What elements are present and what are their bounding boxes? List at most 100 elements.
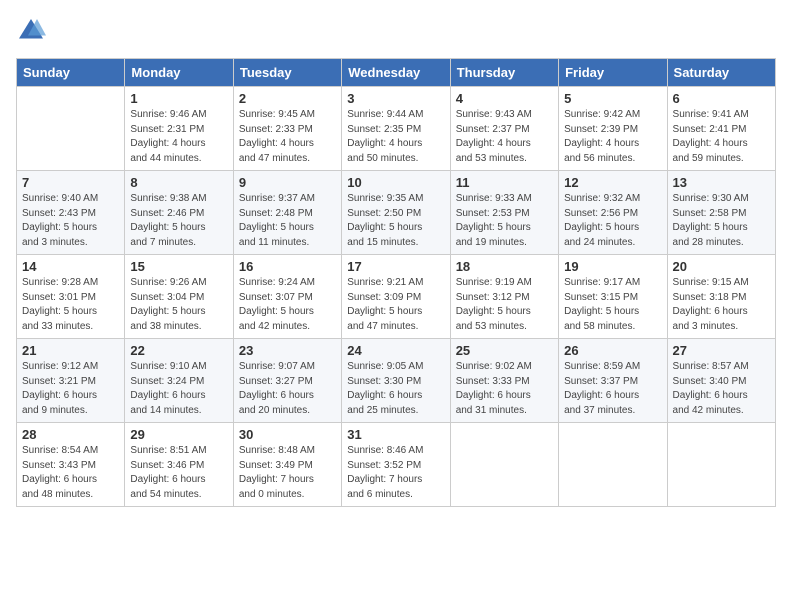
day-number: 9 <box>239 175 336 190</box>
day-number: 3 <box>347 91 444 106</box>
day-info: Sunrise: 8:57 AMSunset: 3:40 PMDaylight:… <box>673 360 770 418</box>
calendar-cell: 5 Sunrise: 9:42 AMSunset: 2:39 PMDaylight… <box>559 87 667 171</box>
day-info: Sunrise: 9:44 AMSunset: 2:35 PMDaylight:… <box>347 108 444 166</box>
calendar-cell: 19 Sunrise: 9:17 AMSunset: 3:15 PMDayligh… <box>559 255 667 339</box>
calendar-cell: 31 Sunrise: 8:46 AMSunset: 3:52 PMDayligh… <box>342 423 450 507</box>
day-number: 16 <box>239 259 336 274</box>
calendar-cell: 10Sunrise: 9:35 AMSunset: 2:50 PMDayligh… <box>342 171 450 255</box>
day-info: Sunrise: 9:45 AMSunset: 2:33 PMDaylight:… <box>239 108 336 166</box>
calendar-cell: 7 Sunrise: 9:40 AMSunset: 2:43 PMDaylight… <box>17 171 125 255</box>
day-info: Sunrise: 9:05 AMSunset: 3:30 PMDaylight:… <box>347 360 444 418</box>
day-info: Sunrise: 9:10 AMSunset: 3:24 PMDaylight:… <box>130 360 227 418</box>
calendar-week-4: 21 Sunrise: 9:12 AMSunset: 3:21 PMDayligh… <box>17 339 776 423</box>
page-container: SundayMondayTuesdayWednesdayThursdayFrid… <box>0 0 792 517</box>
day-number: 27 <box>673 343 770 358</box>
day-info: Sunrise: 9:41 AMSunset: 2:41 PMDaylight:… <box>673 108 770 166</box>
calendar-cell: 21 Sunrise: 9:12 AMSunset: 3:21 PMDayligh… <box>17 339 125 423</box>
calendar-cell: 9Sunrise: 9:37 AMSunset: 2:48 PMDaylight… <box>233 171 341 255</box>
day-info: Sunrise: 8:51 AMSunset: 3:46 PMDaylight:… <box>130 444 227 502</box>
calendar-cell: 4 Sunrise: 9:43 AMSunset: 2:37 PMDaylight… <box>450 87 558 171</box>
calendar-cell: 17Sunrise: 9:21 AMSunset: 3:09 PMDayligh… <box>342 255 450 339</box>
calendar-cell: 2Sunrise: 9:45 AMSunset: 2:33 PMDaylight… <box>233 87 341 171</box>
day-info: Sunrise: 9:46 AMSunset: 2:31 PMDaylight:… <box>130 108 227 166</box>
day-number: 14 <box>22 259 119 274</box>
weekday-header-tuesday: Tuesday <box>233 59 341 87</box>
weekday-header-row: SundayMondayTuesdayWednesdayThursdayFrid… <box>17 59 776 87</box>
day-info: Sunrise: 9:38 AMSunset: 2:46 PMDaylight:… <box>130 192 227 250</box>
day-info: Sunrise: 8:54 AMSunset: 3:43 PMDaylight:… <box>22 444 119 502</box>
day-info: Sunrise: 9:40 AMSunset: 2:43 PMDaylight:… <box>22 192 119 250</box>
calendar-cell: 8 Sunrise: 9:38 AMSunset: 2:46 PMDaylight… <box>125 171 233 255</box>
day-number: 25 <box>456 343 553 358</box>
calendar-week-5: 28Sunrise: 8:54 AMSunset: 3:43 PMDayligh… <box>17 423 776 507</box>
day-info: Sunrise: 9:42 AMSunset: 2:39 PMDaylight:… <box>564 108 661 166</box>
day-info: Sunrise: 8:46 AMSunset: 3:52 PMDaylight:… <box>347 444 444 502</box>
day-info: Sunrise: 8:59 AMSunset: 3:37 PMDaylight:… <box>564 360 661 418</box>
weekday-header-thursday: Thursday <box>450 59 558 87</box>
day-info: Sunrise: 9:43 AMSunset: 2:37 PMDaylight:… <box>456 108 553 166</box>
day-info: Sunrise: 9:24 AMSunset: 3:07 PMDaylight:… <box>239 276 336 334</box>
day-info: Sunrise: 9:32 AMSunset: 2:56 PMDaylight:… <box>564 192 661 250</box>
calendar-cell: 29 Sunrise: 8:51 AMSunset: 3:46 PMDayligh… <box>125 423 233 507</box>
day-number: 22 <box>130 343 227 358</box>
calendar-cell: 18 Sunrise: 9:19 AMSunset: 3:12 PMDayligh… <box>450 255 558 339</box>
day-number: 7 <box>22 175 119 190</box>
day-info: Sunrise: 9:33 AMSunset: 2:53 PMDaylight:… <box>456 192 553 250</box>
day-number: 29 <box>130 427 227 442</box>
calendar-cell: 6Sunrise: 9:41 AMSunset: 2:41 PMDaylight… <box>667 87 775 171</box>
weekday-header-sunday: Sunday <box>17 59 125 87</box>
calendar-cell <box>559 423 667 507</box>
day-number: 8 <box>130 175 227 190</box>
weekday-header-monday: Monday <box>125 59 233 87</box>
day-number: 21 <box>22 343 119 358</box>
calendar-cell: 16 Sunrise: 9:24 AMSunset: 3:07 PMDayligh… <box>233 255 341 339</box>
calendar-cell: 25 Sunrise: 9:02 AMSunset: 3:33 PMDayligh… <box>450 339 558 423</box>
weekday-header-wednesday: Wednesday <box>342 59 450 87</box>
day-number: 11 <box>456 175 553 190</box>
calendar-cell: 13Sunrise: 9:30 AMSunset: 2:58 PMDayligh… <box>667 171 775 255</box>
header <box>16 16 776 46</box>
calendar-cell: 14 Sunrise: 9:28 AMSunset: 3:01 PMDayligh… <box>17 255 125 339</box>
day-info: Sunrise: 9:19 AMSunset: 3:12 PMDaylight:… <box>456 276 553 334</box>
day-number: 5 <box>564 91 661 106</box>
day-number: 20 <box>673 259 770 274</box>
calendar-cell: 20 Sunrise: 9:15 AMSunset: 3:18 PMDayligh… <box>667 255 775 339</box>
day-number: 17 <box>347 259 444 274</box>
day-number: 18 <box>456 259 553 274</box>
calendar-cell: 12 Sunrise: 9:32 AMSunset: 2:56 PMDayligh… <box>559 171 667 255</box>
calendar-cell: 15 Sunrise: 9:26 AMSunset: 3:04 PMDayligh… <box>125 255 233 339</box>
calendar-cell: 26 Sunrise: 8:59 AMSunset: 3:37 PMDayligh… <box>559 339 667 423</box>
calendar-cell: 28Sunrise: 8:54 AMSunset: 3:43 PMDayligh… <box>17 423 125 507</box>
day-number: 12 <box>564 175 661 190</box>
day-info: Sunrise: 9:15 AMSunset: 3:18 PMDaylight:… <box>673 276 770 334</box>
day-number: 23 <box>239 343 336 358</box>
day-info: Sunrise: 9:07 AMSunset: 3:27 PMDaylight:… <box>239 360 336 418</box>
day-number: 19 <box>564 259 661 274</box>
day-info: Sunrise: 9:12 AMSunset: 3:21 PMDaylight:… <box>22 360 119 418</box>
day-info: Sunrise: 9:26 AMSunset: 3:04 PMDaylight:… <box>130 276 227 334</box>
day-number: 30 <box>239 427 336 442</box>
weekday-header-friday: Friday <box>559 59 667 87</box>
day-number: 26 <box>564 343 661 358</box>
calendar-cell <box>17 87 125 171</box>
day-number: 24 <box>347 343 444 358</box>
day-number: 1 <box>130 91 227 106</box>
calendar-week-2: 7 Sunrise: 9:40 AMSunset: 2:43 PMDaylight… <box>17 171 776 255</box>
day-number: 15 <box>130 259 227 274</box>
day-info: Sunrise: 9:28 AMSunset: 3:01 PMDaylight:… <box>22 276 119 334</box>
logo-icon <box>16 16 46 46</box>
day-info: Sunrise: 9:02 AMSunset: 3:33 PMDaylight:… <box>456 360 553 418</box>
day-number: 4 <box>456 91 553 106</box>
calendar-cell: 24 Sunrise: 9:05 AMSunset: 3:30 PMDayligh… <box>342 339 450 423</box>
day-number: 31 <box>347 427 444 442</box>
calendar-cell: 1 Sunrise: 9:46 AMSunset: 2:31 PMDaylight… <box>125 87 233 171</box>
calendar-cell: 23 Sunrise: 9:07 AMSunset: 3:27 PMDayligh… <box>233 339 341 423</box>
day-info: Sunrise: 9:17 AMSunset: 3:15 PMDaylight:… <box>564 276 661 334</box>
calendar-table: SundayMondayTuesdayWednesdayThursdayFrid… <box>16 58 776 507</box>
calendar-week-3: 14 Sunrise: 9:28 AMSunset: 3:01 PMDayligh… <box>17 255 776 339</box>
calendar-week-1: 1 Sunrise: 9:46 AMSunset: 2:31 PMDaylight… <box>17 87 776 171</box>
calendar-cell: 3 Sunrise: 9:44 AMSunset: 2:35 PMDaylight… <box>342 87 450 171</box>
day-info: Sunrise: 9:30 AMSunset: 2:58 PMDaylight:… <box>673 192 770 250</box>
calendar-cell <box>450 423 558 507</box>
day-info: Sunrise: 8:48 AMSunset: 3:49 PMDaylight:… <box>239 444 336 502</box>
